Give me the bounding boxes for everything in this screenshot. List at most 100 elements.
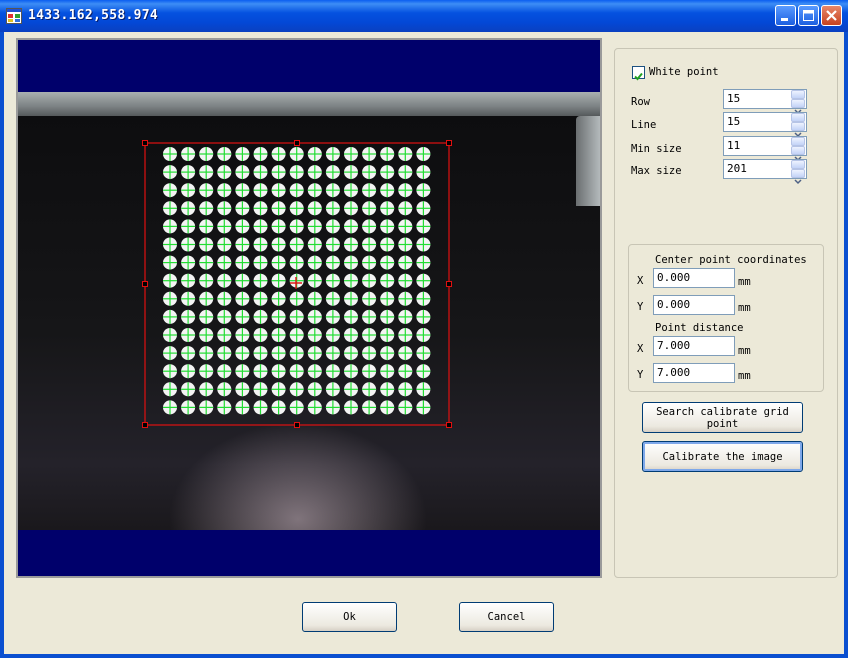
grid-point	[163, 255, 177, 270]
grid-point	[398, 346, 413, 361]
grid-point	[307, 291, 322, 306]
grid-point	[217, 273, 232, 288]
resize-handle[interactable]	[142, 140, 148, 146]
grid-point	[380, 291, 395, 306]
grid-point	[271, 237, 286, 252]
grid-point	[416, 237, 431, 252]
grid-point	[398, 400, 413, 415]
center-y-unit: mm	[738, 302, 751, 314]
grid-point	[362, 346, 377, 361]
resize-handle[interactable]	[446, 140, 452, 146]
white-point-checkbox[interactable]	[632, 66, 645, 81]
grid-point	[163, 400, 177, 415]
close-icon	[826, 10, 837, 21]
spin-up-icon[interactable]	[791, 113, 805, 128]
grid-point	[163, 309, 177, 324]
grid-point	[289, 382, 304, 397]
line-spinner[interactable]	[791, 113, 805, 138]
max-size-spinner[interactable]	[791, 160, 805, 185]
grid-point	[271, 291, 286, 306]
grid-point	[325, 165, 340, 180]
center-x-input[interactable]: 0.000	[653, 268, 735, 288]
grid-point	[181, 328, 196, 342]
ok-button[interactable]: Ok	[302, 602, 397, 632]
distance-y-input[interactable]: 7.000	[653, 363, 735, 383]
grid-point	[307, 382, 322, 397]
spin-down-icon[interactable]	[791, 146, 805, 162]
grid-point	[253, 183, 268, 198]
center-y-input[interactable]: 0.000	[653, 295, 735, 315]
grid-point	[271, 382, 286, 397]
grid-point	[344, 165, 358, 180]
grid-point	[163, 165, 177, 180]
grid-point	[416, 273, 431, 288]
grid-point	[199, 273, 214, 288]
spin-down-icon[interactable]	[791, 169, 805, 185]
distance-y-unit: mm	[738, 370, 751, 382]
grid-point	[235, 346, 250, 361]
calibration-grid-overlay[interactable]	[18, 40, 600, 576]
distance-y-label: Y	[637, 369, 644, 381]
grid-point	[217, 364, 232, 379]
grid-point	[289, 291, 304, 306]
resize-handle[interactable]	[142, 281, 148, 287]
title-bar[interactable]: 1433.162,558.974	[0, 0, 848, 32]
spin-down-icon[interactable]	[791, 99, 805, 115]
resize-handle[interactable]	[294, 140, 300, 146]
close-button[interactable]	[821, 5, 842, 26]
grid-point	[325, 201, 340, 216]
grid-point	[344, 382, 358, 397]
resize-handle[interactable]	[142, 422, 148, 428]
row-spinner[interactable]	[791, 90, 805, 115]
grid-point	[416, 309, 431, 324]
calibrate-image-button[interactable]: Calibrate the image	[642, 441, 803, 472]
grid-point	[217, 309, 232, 324]
grid-point	[344, 201, 358, 216]
grid-point	[289, 346, 304, 361]
grid-point	[181, 165, 196, 180]
maximize-button[interactable]	[798, 5, 819, 26]
spin-up-icon[interactable]	[791, 90, 805, 105]
grid-point	[199, 309, 214, 324]
grid-point	[416, 346, 431, 361]
grid-point	[362, 183, 377, 198]
grid-point	[199, 346, 214, 361]
grid-point	[163, 346, 177, 361]
grid-point	[235, 328, 250, 342]
grid-point	[416, 183, 431, 198]
resize-handle[interactable]	[294, 422, 300, 428]
distance-x-input[interactable]: 7.000	[653, 336, 735, 356]
min-size-label: Min size	[631, 143, 682, 155]
minimize-button[interactable]	[775, 5, 796, 26]
grid-point	[380, 364, 395, 379]
resize-handle[interactable]	[446, 422, 452, 428]
grid-point	[380, 400, 395, 415]
spin-down-icon[interactable]	[791, 122, 805, 138]
min-size-spinner[interactable]	[791, 137, 805, 162]
grid-point	[271, 219, 286, 234]
spin-up-icon[interactable]	[791, 160, 805, 175]
center-x-label: X	[637, 275, 644, 287]
grid-point	[398, 147, 413, 161]
grid-point	[199, 165, 214, 180]
grid-point	[253, 165, 268, 180]
grid-point	[362, 165, 377, 180]
grid-point	[199, 201, 214, 216]
grid-point	[362, 255, 377, 270]
grid-point	[181, 400, 196, 415]
spin-up-icon[interactable]	[791, 137, 805, 152]
grid-point	[362, 237, 377, 252]
grid-point	[217, 201, 232, 216]
grid-point	[416, 382, 431, 397]
search-calibrate-button[interactable]: Search calibrate grid point	[642, 402, 803, 433]
grid-point	[163, 291, 177, 306]
grid-point	[380, 328, 395, 342]
grid-point	[325, 291, 340, 306]
grid-point	[398, 273, 413, 288]
grid-point	[163, 328, 177, 342]
grid-point	[235, 255, 250, 270]
camera-viewer[interactable]	[16, 38, 602, 578]
resize-handle[interactable]	[446, 281, 452, 287]
cancel-button[interactable]: Cancel	[459, 602, 554, 632]
grid-point	[217, 346, 232, 361]
